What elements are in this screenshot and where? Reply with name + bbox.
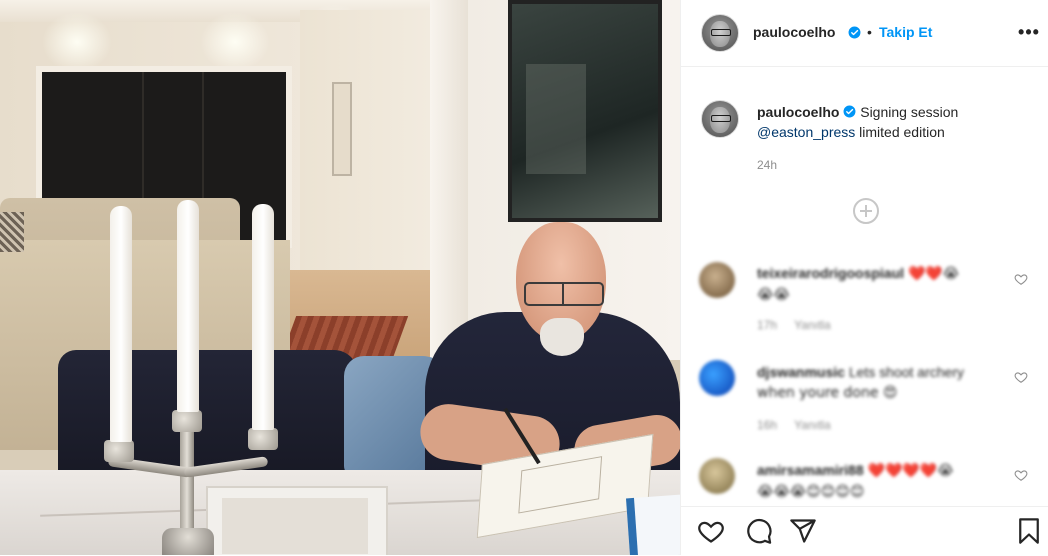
- like-comment-heart-icon[interactable]: [1014, 370, 1028, 384]
- verified-badge-icon: [848, 26, 861, 39]
- comment-time[interactable]: 17h: [757, 318, 777, 332]
- candelabra-stem: [180, 420, 194, 540]
- ceiling-light: [200, 12, 270, 72]
- photo-cushion: [0, 212, 24, 252]
- post-header: paulocoelho • Takip Et •••: [681, 0, 1048, 67]
- candle-holder: [104, 440, 134, 462]
- post-time[interactable]: 24h: [757, 158, 777, 172]
- candle-holder: [172, 410, 202, 432]
- photo-pillar: [430, 0, 468, 360]
- comment-text: ❤️❤️❤️❤️😭: [867, 463, 954, 479]
- more-options-icon[interactable]: •••: [1017, 20, 1041, 44]
- post-side-panel: paulocoelho • Takip Et ••• paulocoelho S…: [680, 0, 1048, 556]
- comment-avatar[interactable]: [699, 360, 735, 396]
- comment-avatar[interactable]: [699, 458, 735, 494]
- caption-mention-link[interactable]: @easton_press: [757, 124, 855, 140]
- photo-man-glasses: [524, 282, 604, 306]
- comment-text: Lets shoot archery: [848, 364, 964, 380]
- caption-avatar[interactable]: [701, 100, 739, 138]
- author-avatar[interactable]: [701, 14, 739, 52]
- candle-holder: [248, 428, 278, 450]
- comment-meta: 17h Yanıtla: [757, 318, 845, 332]
- add-circle-icon[interactable]: [853, 198, 879, 224]
- reply-button[interactable]: Yanıtla: [794, 418, 830, 432]
- candle: [110, 206, 132, 442]
- like-comment-heart-icon[interactable]: [1014, 468, 1028, 482]
- candle: [252, 204, 274, 430]
- follow-button[interactable]: Takip Et: [879, 24, 932, 40]
- bookmark-icon[interactable]: [1015, 517, 1043, 545]
- comment-body: teixeirarodrigoospiaul ❤️❤️😭 😭😭: [757, 263, 997, 305]
- heart-icon[interactable]: [697, 517, 725, 545]
- reply-button[interactable]: Yanıtla: [794, 318, 830, 332]
- candle: [177, 200, 199, 412]
- like-comment-heart-icon[interactable]: [1014, 272, 1028, 286]
- comment-text: 😭😭: [757, 287, 790, 303]
- share-icon[interactable]: [789, 517, 817, 545]
- comment-avatar[interactable]: [699, 262, 735, 298]
- post-caption: paulocoelho Signing session @easton_pres…: [757, 102, 1027, 142]
- comment-icon[interactable]: [745, 517, 773, 545]
- photo-wall-frame: [332, 82, 352, 176]
- photo-box-inner: [222, 498, 368, 554]
- comment-text: ❤️❤️😭: [907, 266, 960, 282]
- photo-painting: [508, 0, 662, 222]
- post-action-bar: [681, 506, 1048, 556]
- photo-man-beard: [540, 318, 584, 356]
- author-username[interactable]: paulocoelho: [753, 24, 835, 40]
- verified-badge-icon: [843, 105, 856, 118]
- caption-username[interactable]: paulocoelho: [757, 104, 839, 120]
- ceiling-light: [42, 12, 112, 72]
- caption-text-tail: limited edition: [859, 124, 945, 140]
- comment-username[interactable]: amirsamamiri88: [757, 462, 864, 478]
- candelabra-base: [162, 528, 214, 555]
- caption-text: Signing session: [860, 104, 959, 120]
- comment-text: when youre done 😍: [757, 385, 898, 401]
- comment-body: amirsamamiri88 ❤️❤️❤️❤️😭 😭😭😭😊😊😊😊: [757, 460, 997, 502]
- post-photo[interactable]: [0, 0, 680, 555]
- comment-username[interactable]: teixeirarodrigoospiaul: [757, 265, 904, 281]
- header-separator: •: [867, 24, 872, 40]
- comment-text: 😭😭😭😊😊😊😊: [757, 484, 865, 500]
- photo-book-stack: [625, 493, 680, 555]
- comment-username[interactable]: djswanmusic: [757, 364, 845, 380]
- comment-meta: 16h Yanıtla: [757, 418, 845, 432]
- photo-hallway: [300, 10, 430, 310]
- comment-body: djswanmusic Lets shoot archery when your…: [757, 362, 997, 403]
- comment-time[interactable]: 16h: [757, 418, 777, 432]
